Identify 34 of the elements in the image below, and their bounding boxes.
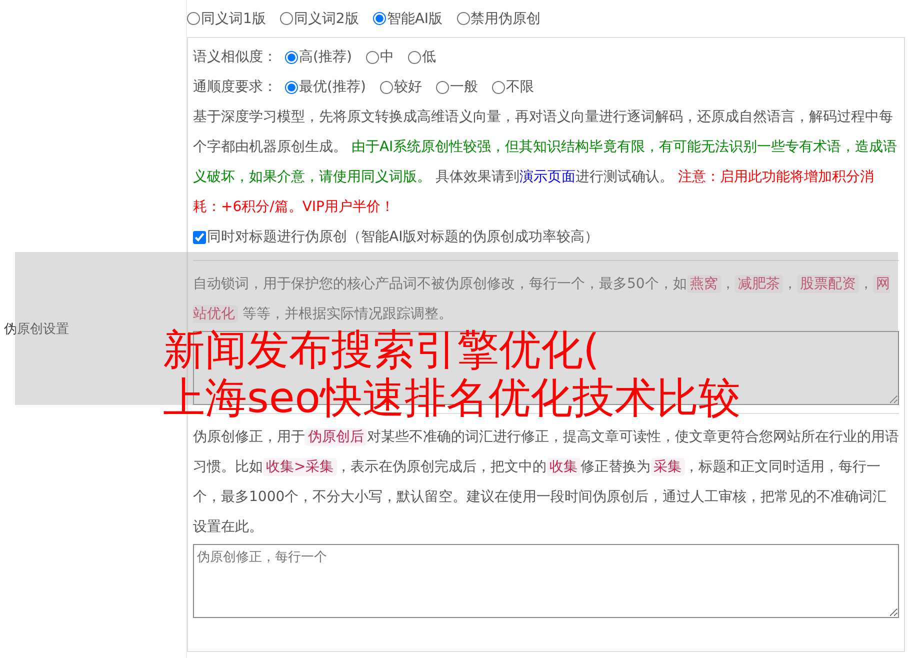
radio-label: 低 (422, 48, 436, 66)
radio-label: 不限 (506, 78, 534, 96)
radio-label: 同义词1版 (201, 10, 266, 28)
field-label: 通顺度要求： (193, 78, 277, 96)
radio-button[interactable] (380, 80, 393, 94)
overlay-title: 新闻发布搜索引擎优化( (163, 326, 600, 374)
radio-button[interactable] (436, 80, 449, 94)
radio-button[interactable] (456, 12, 470, 25)
radio-button[interactable] (372, 12, 386, 25)
demo-link[interactable]: 演示页面 (519, 169, 576, 185)
radio-label: 同义词2版 (294, 10, 359, 28)
corrections-description: 伪原创修正，用于 伪原创后 对某些不准确的词汇进行修正，提高文章可读性，使文章更符合您网站所在行业的用语习惯。比如 收集>采集 ，表示在伪原创完成后，把文中的 收集 修正替换为 采集 ，标题和正文同时适用，每行一个，最多1000个，不分大小写，默认留空。建议在使用一段时间伪原创后，通过人工审核，把常见的不准确词汇设置在此。 (193, 427, 899, 537)
field-label: 语义相似度： (193, 48, 277, 66)
radio-button[interactable] (492, 80, 505, 94)
lock-words-description: 自动锁词，用于保护您的核心产品词不被伪原创修改，每行一个，最多50个，如 燕窝 ， 减肥茶 ， 股票配资 ， 网站优化 等等，并根据实际情况跟踪调整。 (193, 274, 891, 325)
description-paragraph: 基于深度学习模型，先将原文转换成高维语义向量，再对语义向量进行逐词解码，还原成自然语言，解码过程中每个字都由机器原创生成。 由于AI系统原创性较强，但其知识结构毕竟有限，有可能无法识别一些专有术语，造成语义破坏，如果介意，请使用同义词版。 具体效果请到演示页面进行测试确认。 注意：启用此功能将增加积分消耗：+6积分/篇。VIP用户半价！ (193, 108, 898, 217)
radio-label: 较好 (394, 78, 422, 96)
radio-button[interactable] (285, 80, 298, 94)
corrections-field[interactable]: 伪原创修正，每行一个 (193, 544, 899, 618)
checkbox-label: 同时对标题进行伪原创（智能AI版对标题的伪原创成功率较高） (207, 228, 599, 246)
radio-label: 高(推荐) (299, 48, 352, 66)
radio-button[interactable] (408, 50, 421, 64)
radio-label: 中 (380, 48, 394, 66)
overlay-title: 上海seo快速排名优化技术比较 (163, 374, 740, 422)
radio-button[interactable] (285, 50, 298, 64)
radio-label: 智能AI版 (386, 10, 443, 28)
radio-label: 一般 (450, 78, 478, 96)
radio-button[interactable] (280, 12, 293, 25)
radio-button[interactable] (187, 12, 200, 25)
radio-label: 最优(推荐) (299, 78, 366, 96)
checkbox[interactable] (193, 230, 206, 244)
radio-button[interactable] (366, 50, 379, 64)
settings-label: 伪原创设置 (4, 321, 69, 338)
radio-label: 禁用伪原创 (470, 10, 541, 28)
